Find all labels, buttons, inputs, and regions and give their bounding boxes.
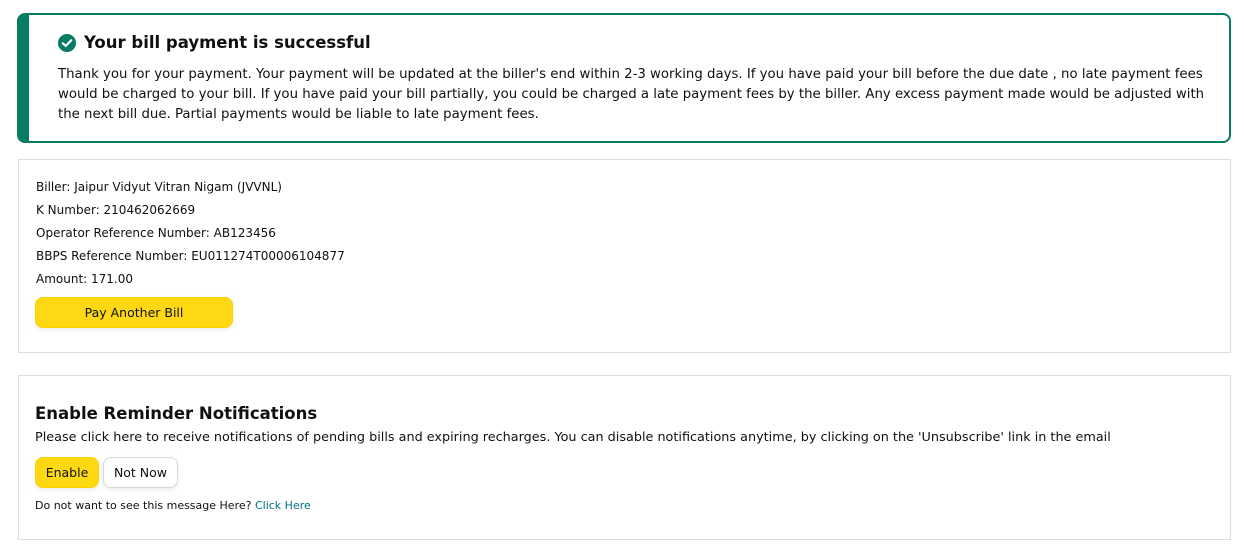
alert-title-row: Your bill payment is successful (58, 33, 371, 52)
hide-message-line: Do not want to see this message Here? Cl… (35, 499, 311, 512)
k-number: K Number: 210462062669 (36, 203, 196, 217)
biller-name: Biller: Jaipur Vidyut Vitran Nigam (JVVN… (36, 180, 282, 194)
enable-button[interactable]: Enable (35, 457, 99, 488)
pay-another-bill-button[interactable]: Pay Another Bill (35, 297, 233, 328)
check-circle-icon (58, 33, 76, 52)
alert-message: Thank you for your payment. Your payment… (58, 67, 1205, 122)
amount: Amount: 171.00 (36, 272, 134, 286)
operator-reference-number: Operator Reference Number: AB123456 (36, 226, 276, 240)
click-here-link[interactable]: Click Here (255, 499, 311, 512)
reminder-title: Enable Reminder Notifications (35, 404, 318, 423)
reminder-notifications-card: Enable Reminder Notifications Please cli… (18, 375, 1231, 540)
reminder-description: Please click here to receive notificatio… (35, 430, 1111, 445)
payment-success-alert: Your bill payment is successful Thank yo… (17, 13, 1231, 143)
bill-details-card: Biller: Jaipur Vidyut Vitran Nigam (JVVN… (18, 159, 1231, 353)
not-now-button[interactable]: Not Now (103, 457, 178, 488)
alert-title: Your bill payment is successful (84, 33, 371, 52)
hide-message-prompt: Do not want to see this message Here? (35, 499, 252, 512)
bbps-reference-number: BBPS Reference Number: EU011274T00006104… (36, 249, 345, 263)
